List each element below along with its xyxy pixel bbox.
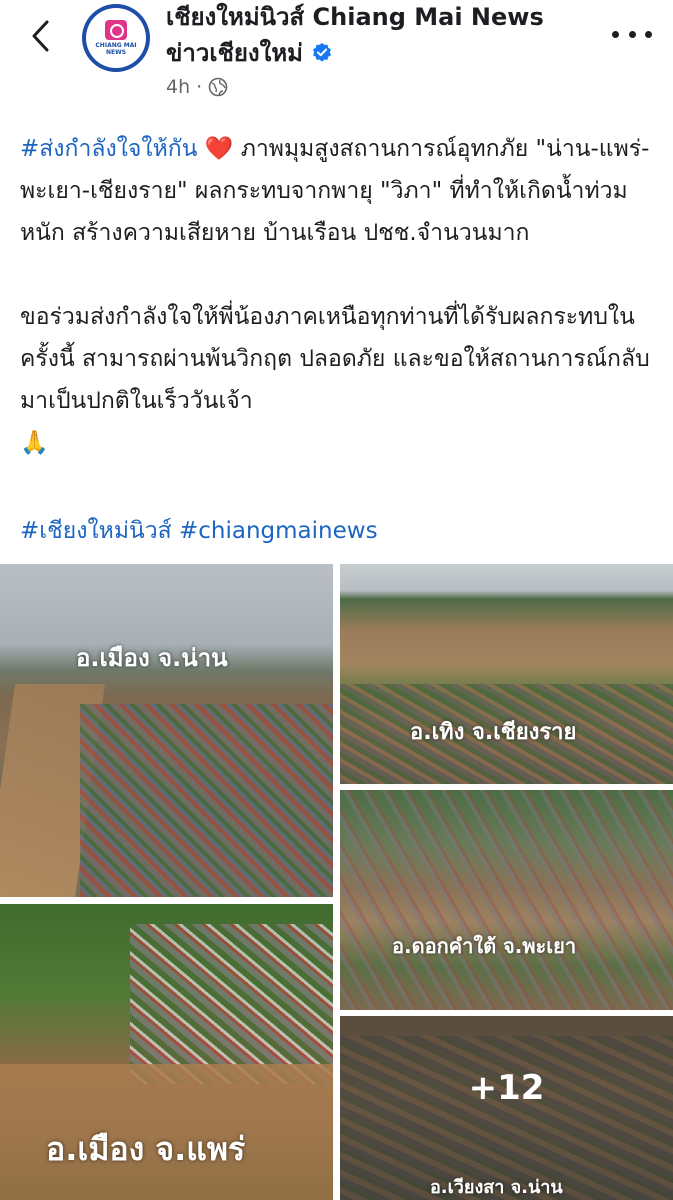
more-options-button[interactable] — [612, 22, 652, 46]
chevron-left-icon — [32, 20, 49, 52]
photo-town — [340, 790, 673, 1010]
photo-town — [80, 704, 333, 897]
photo-caption: อ.เวียงสา จ.น่าน — [430, 1177, 563, 1198]
hashtag-link[interactable]: #เชียงใหม่นิวส์ — [20, 518, 172, 544]
photo-caption: อ.เทิง จ.เชียงราย — [410, 720, 577, 745]
post-meta: 4h · — [166, 76, 228, 98]
pray-emoji-icon: 🙏 — [20, 430, 49, 456]
photo-chiangrai-thoeng[interactable]: อ.เทิง จ.เชียงราย — [340, 564, 673, 784]
logo-text: CHIANG MAI NEWS — [95, 42, 137, 56]
photo-caption: อ.เมือง จ.แพร่ — [46, 1130, 246, 1168]
photo-nan-wiangsa[interactable]: +12 อ.เวียงสา จ.น่าน — [340, 1016, 673, 1200]
post-header: CHIANG MAI NEWS เชียงใหม่นิวส์ Chiang Ma… — [0, 0, 673, 110]
page-name[interactable]: เชียงใหม่นิวส์ Chiang Mai News — [166, 2, 544, 32]
photo-caption: อ.ดอกคำใต้ จ.พะเยา — [392, 934, 577, 958]
meta-separator: · — [196, 76, 203, 98]
post-paragraph-2: ขอร่วมส่งกำลังใจให้พี่น้องภาคเหนือทุกท่า… — [20, 296, 660, 464]
more-dot — [645, 30, 652, 38]
photo-town — [130, 924, 333, 1084]
post-text: #ส่งกำลังใจให้กัน ❤️ ภาพมุมสูงสถานการณ์อ… — [20, 128, 660, 464]
photo-caption: อ.เมือง จ.น่าน — [76, 644, 228, 672]
hashtag-link[interactable]: #ส่งกำลังใจให้กัน — [20, 136, 197, 162]
photo-phrae-mueang[interactable]: อ.เมือง จ.แพร่ — [0, 904, 333, 1200]
post-paragraph-1: #ส่งกำลังใจให้กัน ❤️ ภาพมุมสูงสถานการณ์อ… — [20, 128, 660, 254]
page-logo: CHIANG MAI NEWS — [86, 8, 146, 68]
page-subtitle[interactable]: ข่าวเชียงใหม่ — [166, 38, 303, 68]
globe-icon — [208, 77, 228, 97]
post-hashtags: #เชียงใหม่นิวส์ #chiangmainews — [20, 510, 378, 552]
verified-badge-icon — [313, 42, 331, 62]
photo-nan-mueang[interactable]: อ.เมือง จ.น่าน — [0, 564, 333, 897]
logo-mark-icon — [105, 20, 127, 40]
post-time[interactable]: 4h — [166, 76, 190, 98]
page-subtitle-row: ข่าวเชียงใหม่ — [166, 38, 333, 68]
back-button[interactable] — [26, 18, 56, 54]
more-dot — [612, 30, 619, 38]
paragraph-text: ขอร่วมส่งกำลังใจให้พี่น้องภาคเหนือทุกท่า… — [20, 304, 650, 414]
more-dot — [628, 30, 636, 38]
hashtag-link[interactable]: #chiangmainews — [179, 518, 378, 544]
page-avatar[interactable]: CHIANG MAI NEWS — [82, 4, 150, 72]
photo-phayao-dokkhamtai[interactable]: อ.ดอกคำใต้ จ.พะเยา — [340, 790, 673, 1010]
heart-emoji-icon: ❤️ — [204, 136, 234, 162]
